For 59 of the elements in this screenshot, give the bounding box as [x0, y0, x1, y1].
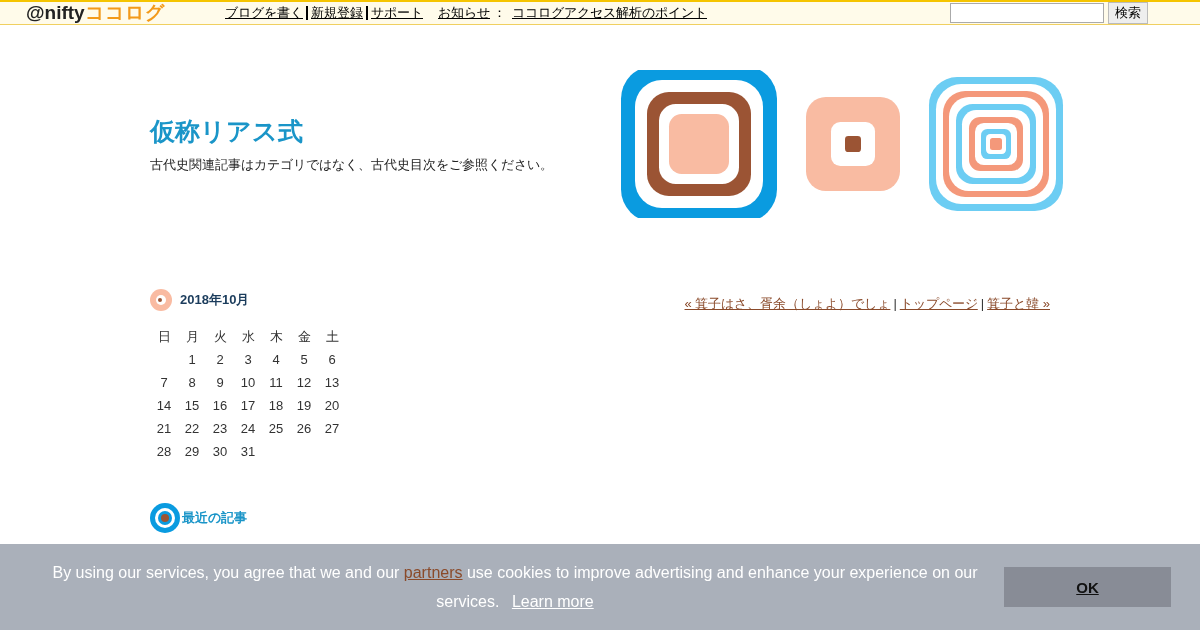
- search-button[interactable]: 検索: [1108, 2, 1148, 24]
- calendar-day: 8: [178, 371, 206, 394]
- calendar-day: 18: [262, 394, 290, 417]
- calendar-day: 19: [290, 394, 318, 417]
- calendar-day: 3: [234, 348, 262, 371]
- weekday-label: 日: [156, 327, 172, 346]
- calendar-day: 10: [234, 371, 262, 394]
- search-field[interactable]: [950, 3, 1104, 23]
- calendar-day: 31: [234, 440, 262, 463]
- calendar-day: 5: [290, 348, 318, 371]
- colon: ：: [493, 4, 506, 22]
- calendar-day: 21: [150, 417, 178, 440]
- calendar-title: 2018年10月: [180, 291, 250, 309]
- calendar-day: 29: [178, 440, 206, 463]
- calendar-day: 24: [234, 417, 262, 440]
- calendar-day: 23: [206, 417, 234, 440]
- prev-post-link[interactable]: « 箕子はさ、胥余（しょよ）でしょ: [684, 296, 891, 311]
- calendar-day: 7: [150, 371, 178, 394]
- calendar-day: 1: [178, 348, 206, 371]
- calendar-day: 27: [318, 417, 346, 440]
- logo-text[interactable]: @nifty: [26, 2, 85, 24]
- top-page-link[interactable]: トップページ: [899, 296, 978, 311]
- weekday-label: 火: [212, 327, 228, 346]
- calendar-day: 2: [206, 348, 234, 371]
- calendar-day: 22: [178, 417, 206, 440]
- cookie-message: By using our services, you agree that we and our partners use cookies to improve advertising and enhance your experience on our services. Learn more: [51, 563, 979, 612]
- calendar-day: 16: [206, 394, 234, 417]
- separator: |: [893, 296, 897, 311]
- top-link[interactable]: サポート: [366, 6, 426, 20]
- target-icon: [150, 289, 172, 311]
- weekday-label: 水: [240, 327, 256, 346]
- calendar-day: 26: [290, 417, 318, 440]
- notice-link[interactable]: ココログアクセス解析のポイント: [509, 6, 710, 20]
- blog-description: 古代史関連記事はカテゴリではなく、古代史目次をご参照ください。: [150, 155, 554, 174]
- weekday-label: 月: [184, 327, 200, 346]
- recent-posts-title: 最近の記事: [182, 509, 247, 527]
- target-icon: [150, 503, 180, 533]
- separator: |: [980, 296, 985, 311]
- top-link[interactable]: ブログを書く: [222, 6, 306, 20]
- calendar-day: 13: [318, 371, 346, 394]
- weekday-label: 金: [296, 327, 312, 346]
- calendar-day: 25: [262, 417, 290, 440]
- calendar-day: 30: [206, 440, 234, 463]
- weekday-label: 土: [324, 327, 340, 346]
- calendar-day: 28: [150, 440, 178, 463]
- calendar-day: 9: [206, 371, 234, 394]
- calendar-day: 20: [318, 394, 346, 417]
- calendar-day: 4: [262, 348, 290, 371]
- calendar-day: 14: [150, 394, 178, 417]
- calendar-day: 17: [234, 394, 262, 417]
- calendar-day: 11: [262, 371, 290, 394]
- top-link[interactable]: 新規登録: [306, 6, 366, 20]
- calendar-day: 6: [318, 348, 346, 371]
- calendar-day: 12: [290, 371, 318, 394]
- calendar-day: 15: [178, 394, 206, 417]
- weekday-label: 木: [268, 327, 284, 346]
- next-post-link[interactable]: 箕子と韓 »: [987, 296, 1050, 311]
- ok-button[interactable]: OK: [1004, 567, 1171, 607]
- notice-label[interactable]: お知らせ: [438, 4, 490, 22]
